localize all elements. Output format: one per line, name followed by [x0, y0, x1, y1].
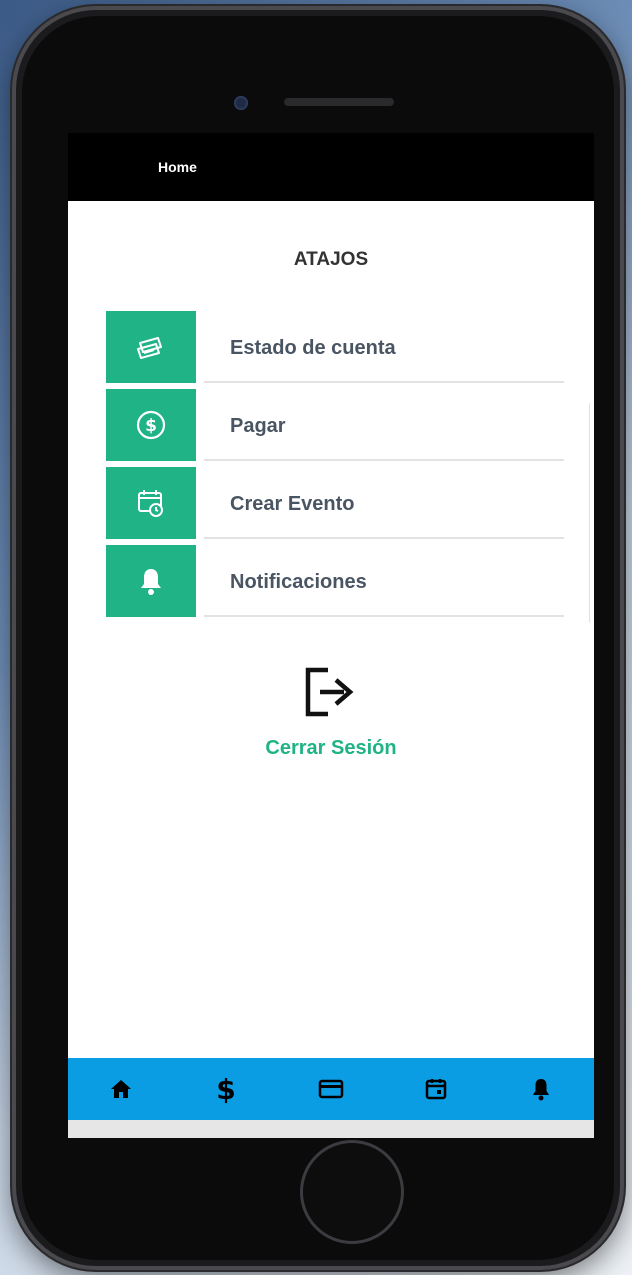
earpiece-speaker: [284, 98, 394, 106]
divider: [204, 381, 564, 383]
bell-icon: [141, 569, 161, 595]
shortcut-label: Pagar: [230, 415, 286, 437]
page-title: Home: [158, 159, 197, 175]
app-header: Home: [68, 133, 594, 201]
shortcut-icon-box: [106, 311, 196, 383]
shortcut-label: Estado de cuenta: [230, 337, 396, 359]
front-camera: [234, 96, 248, 110]
nav-notifications[interactable]: [511, 1069, 571, 1109]
shortcut-pagar[interactable]: $ Pagar: [106, 389, 564, 461]
shortcut-icon-box: [106, 467, 196, 539]
divider: [204, 615, 564, 617]
home-hardware-button[interactable]: [300, 1140, 404, 1244]
nav-payments[interactable]: $: [196, 1069, 256, 1109]
nav-account[interactable]: [301, 1069, 361, 1109]
scroll-indicator: [589, 403, 594, 623]
app-screen: Home ATAJOS Estado de cuenta $ Pagar Cre…: [68, 133, 594, 1138]
shortcut-estado-de-cuenta[interactable]: Estado de cuenta: [106, 311, 564, 383]
home-icon: [110, 1080, 131, 1098]
money-cards-icon: [137, 337, 162, 359]
nav-events[interactable]: [406, 1069, 466, 1109]
bottom-nav-bar: $: [68, 1058, 594, 1120]
calendar-icon: [425, 1079, 447, 1100]
bell-icon: [533, 1079, 550, 1101]
calendar-clock-icon: [138, 490, 163, 517]
logout-button[interactable]: Cerrar Sesión: [68, 737, 594, 760]
divider: [204, 459, 564, 461]
shortcut-label: Notificaciones: [230, 571, 367, 593]
svg-text:$: $: [216, 1074, 235, 1104]
nav-home[interactable]: [91, 1069, 151, 1109]
shortcut-notificaciones[interactable]: Notificaciones: [106, 545, 564, 617]
divider: [204, 537, 564, 539]
bottom-strip: [68, 1120, 594, 1138]
shortcut-icon-box: [106, 545, 196, 617]
dollar-icon: $: [216, 1074, 235, 1104]
shortcut-crear-evento[interactable]: Crear Evento: [106, 467, 564, 539]
logout-icon[interactable]: [304, 666, 360, 718]
shortcut-label: Crear Evento: [230, 493, 355, 515]
svg-text:$: $: [145, 416, 157, 436]
dollar-circle-icon: $: [136, 410, 166, 440]
shortcut-icon-box: $: [106, 389, 196, 461]
card-icon: [318, 1079, 344, 1099]
shortcuts-title: ATAJOS: [293, 249, 369, 270]
